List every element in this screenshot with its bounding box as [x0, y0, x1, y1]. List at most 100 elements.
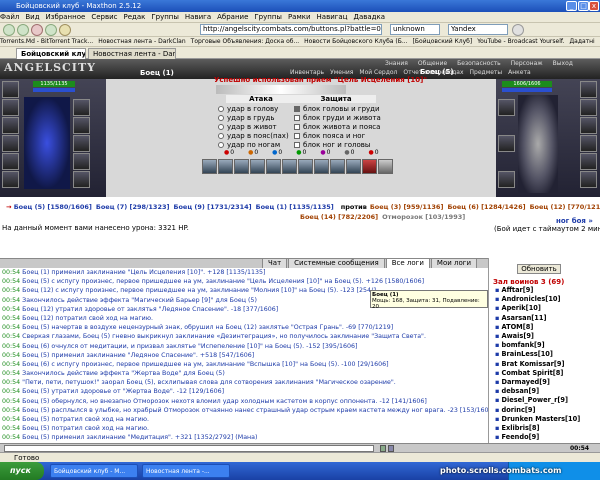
menu-item[interactable]: Рамки	[288, 13, 311, 21]
defense-checkbox[interactable]	[294, 142, 300, 148]
game-menu-item[interactable]: Безопасность	[457, 60, 501, 67]
team2-fighter[interactable]: Боец (3) [959/1136]	[370, 203, 444, 211]
user-name[interactable]: Andronicles[10]	[501, 295, 560, 303]
user-name[interactable]: Feendo[9]	[501, 433, 539, 441]
user-entry[interactable]: ▪ Diesel_Power_r[9]	[495, 396, 580, 405]
menu-item[interactable]: Навигац	[317, 13, 348, 21]
refresh-icon[interactable]	[45, 24, 57, 36]
user-entry[interactable]: ▪ Brat Komissar[9]	[495, 360, 580, 369]
team1-fighter[interactable]: Боец (7) [298/1323]	[96, 203, 170, 211]
ring-slot[interactable]	[2, 171, 19, 188]
user-name[interactable]: Aperik[10]	[501, 304, 540, 312]
attack-option[interactable]: удар в живот	[218, 123, 277, 132]
attack-radio[interactable]	[218, 115, 224, 121]
user-name[interactable]: ATOM[8]	[501, 323, 533, 331]
user-entry[interactable]: ▪ Combat Spirit[8]	[495, 369, 580, 378]
helmet-slot[interactable]	[2, 81, 19, 98]
user-name[interactable]: Diesel_Power_r[9]	[501, 396, 568, 404]
team1-fighter[interactable]: Боец (5) [1580/1606]	[14, 203, 92, 211]
game-submenu-item[interactable]: Предметы	[470, 69, 503, 76]
belt-slot[interactable]	[2, 153, 19, 170]
address-input[interactable]: http://angelscity.combats.com/buttons.pl…	[200, 24, 382, 35]
tab-news-darkclan[interactable]: Новостная лента - DarkClan	[88, 48, 176, 59]
user-name[interactable]: Brat Komissar[9]	[501, 360, 564, 368]
team2-fighter[interactable]: Отморозок [103/1993]	[382, 213, 465, 221]
defense-option[interactable]: блок живота и пояса	[294, 123, 380, 132]
game-menu-item[interactable]: Знания	[385, 60, 408, 67]
attack-button[interactable]	[378, 159, 393, 174]
forward-icon[interactable]	[17, 24, 29, 36]
chat-input[interactable]	[4, 445, 374, 452]
user-name[interactable]: BrainLess[10]	[501, 350, 552, 358]
user-entry[interactable]: ▪ Aperik[10]	[495, 304, 580, 313]
pants-slot[interactable]	[73, 153, 90, 170]
team2-fighter[interactable]: Боец (6) [1284/1426]	[447, 203, 525, 211]
smile-icon[interactable]	[380, 445, 386, 452]
skill-slot[interactable]	[298, 159, 313, 174]
user-entry[interactable]: ▪ BrainLess[10]	[495, 350, 580, 359]
bookmark-item[interactable]: Торговые Объявления: Доска об...	[191, 38, 300, 45]
user-name[interactable]: bomfank[9]	[501, 341, 544, 349]
attack-radio[interactable]	[218, 142, 224, 148]
user-entry[interactable]: ▪ Drunken Masters[10]	[495, 415, 580, 424]
shield-slot[interactable]	[73, 135, 90, 152]
user-name[interactable]: Drunken Masters[10]	[501, 415, 580, 423]
menu-item[interactable]: Давадка	[354, 13, 386, 21]
defense-checkbox[interactable]	[294, 124, 300, 130]
user-entry[interactable]: ▪ Afftar[9]	[495, 286, 580, 295]
menu-item[interactable]: Файл	[0, 13, 19, 21]
game-submenu-item[interactable]: Умения	[330, 69, 353, 76]
menu-item[interactable]: Вид	[25, 13, 39, 21]
menu-item[interactable]: Избранное	[46, 13, 86, 21]
weapon-slot[interactable]	[2, 117, 19, 134]
bookmark-item[interactable]: Дадатні	[569, 38, 594, 45]
user-entry[interactable]: ▪ Asarsan[11]	[495, 314, 580, 323]
user-name[interactable]: Exlibris[8]	[501, 424, 539, 432]
bookmark-item[interactable]: YouTube - Broadcast Yourself.	[477, 38, 564, 45]
game-submenu-item[interactable]: Инвентарь	[290, 69, 324, 76]
user-entry[interactable]: ▪ Exlibris[8]	[495, 424, 580, 433]
game-submenu-item[interactable]: Анкета	[508, 69, 531, 76]
tab-fight-club[interactable]: Бойцовский клуб	[16, 48, 86, 59]
back-icon[interactable]	[3, 24, 15, 36]
user-entry[interactable]: ▪ debsan[9]	[495, 387, 580, 396]
minimize-button[interactable]: _	[566, 1, 577, 11]
bookmark-item[interactable]: Новостная лента - DarkClan	[98, 38, 185, 45]
menu-item[interactable]: Абрание	[217, 13, 248, 21]
refresh-button[interactable]: Обновить	[517, 264, 561, 274]
menu-item[interactable]: Группы	[254, 13, 282, 21]
attack-radio[interactable]	[218, 133, 224, 139]
game-menu-item[interactable]: Персонаж	[511, 60, 543, 67]
skill-slot[interactable]	[330, 159, 345, 174]
home-icon[interactable]	[59, 24, 71, 36]
menu-item[interactable]: Сервис	[91, 13, 117, 21]
stop-icon[interactable]	[31, 24, 43, 36]
skill-slot[interactable]	[234, 159, 249, 174]
menu-item[interactable]: Навига	[185, 13, 211, 21]
skill-slot[interactable]	[346, 159, 361, 174]
security-indicator[interactable]: unknown	[390, 24, 440, 35]
menu-item[interactable]: Группы	[151, 13, 179, 21]
close-button[interactable]: x	[589, 1, 599, 11]
armor-slot[interactable]	[2, 135, 19, 152]
go-link[interactable]: ног боя »	[556, 217, 593, 225]
user-name[interactable]: Awais[9]	[501, 332, 533, 340]
skill-slot[interactable]	[250, 159, 265, 174]
player-avatar[interactable]	[24, 97, 70, 189]
gloves-slot[interactable]	[73, 117, 90, 134]
earrings-slot[interactable]	[73, 99, 90, 116]
user-name[interactable]: Afftar[9]	[501, 286, 533, 294]
bookmark-item[interactable]: [Бойцовский Клуб]	[413, 38, 473, 45]
defense-option[interactable]: блок пояса и ног	[294, 132, 365, 141]
user-entry[interactable]: ▪ Awais[9]	[495, 332, 580, 341]
amulet-slot[interactable]	[2, 99, 19, 116]
bookmark-item[interactable]: Torrents.Md - BitTorrent Track...	[0, 38, 93, 45]
user-name[interactable]: debsan[9]	[501, 387, 539, 395]
defense-checkbox[interactable]	[294, 115, 300, 121]
skill-slot[interactable]	[282, 159, 297, 174]
user-entry[interactable]: ▪ ATOM[8]	[495, 323, 580, 332]
attack-option[interactable]: удар в пояс(пах)	[218, 132, 289, 141]
enemy-avatar[interactable]	[518, 95, 558, 193]
start-button[interactable]: пуск	[0, 462, 44, 480]
user-entry[interactable]: ▪ Darmayed[9]	[495, 378, 580, 387]
